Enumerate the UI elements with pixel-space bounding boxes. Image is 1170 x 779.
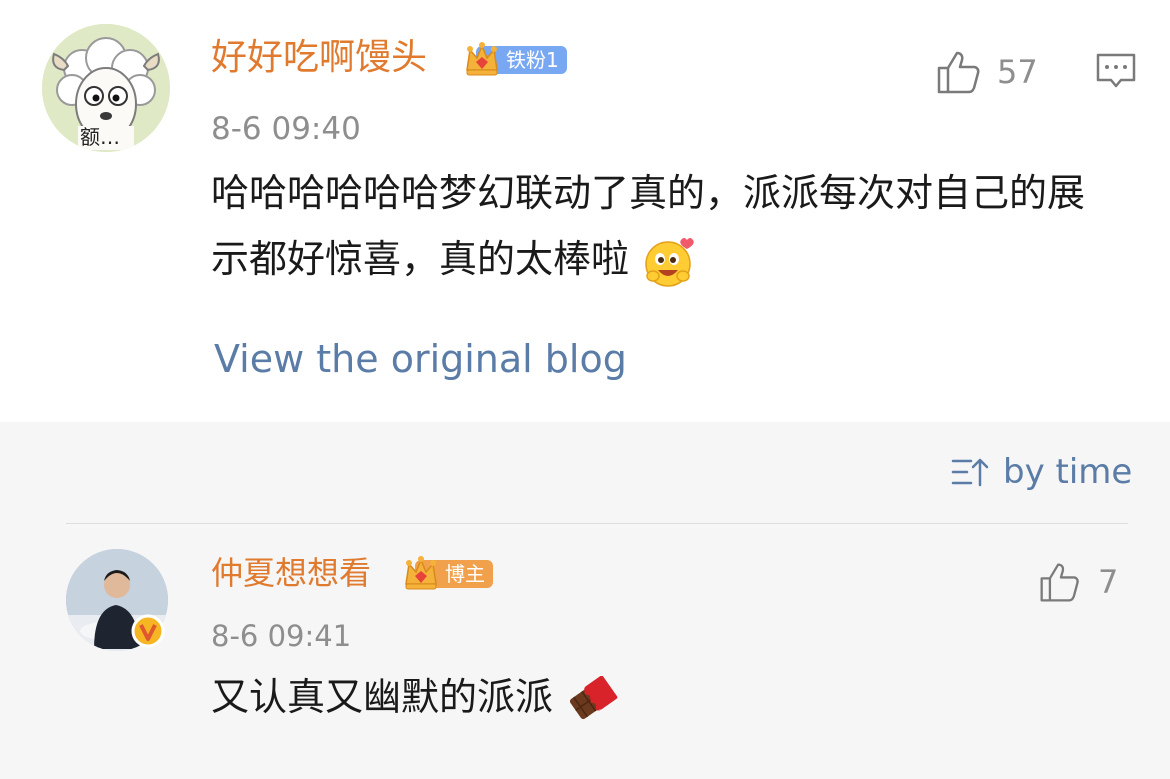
thumbs-up-icon [1040,563,1079,602]
reply-text: 又认真又幽默的派派 [211,664,623,730]
like-count: 7 [1098,563,1119,601]
sheep-avatar-icon: 额… [42,24,170,152]
comment-text: 哈哈哈哈哈哈梦幻联动了真的，派派每次对自己的展示都好惊喜，真的太棒啦 [211,160,1121,292]
crown-icon [405,556,437,590]
thumbs-up-icon [937,51,980,94]
grinning-hug-emoji-icon [645,237,694,287]
comment-icon[interactable] [1095,52,1137,92]
crown-icon [466,42,498,76]
reply-body: 又认真又幽默的派派 [211,675,554,719]
chocolate-bar-emoji-icon [570,675,618,719]
like-button[interactable]: 7 [1038,560,1118,604]
like-button[interactable]: 57 [935,48,1038,96]
username[interactable]: 好好吃啊馒头 [211,36,427,80]
main-comment: 额… 好好吃啊馒头 铁粉1 8-6 09:40 哈哈哈哈哈哈梦幻联动了真的，派派… [0,0,1170,422]
username[interactable]: 仲夏想想看 [211,551,371,595]
avatar[interactable]: 额… [42,24,170,152]
divider [66,523,1128,524]
timestamp: 8-6 09:41 [211,619,352,653]
sort-label: by time [1003,452,1133,492]
verified-badge-icon [131,614,165,648]
sort-by-time-button[interactable]: by time [951,452,1132,492]
timestamp: 8-6 09:40 [211,111,361,147]
like-count: 57 [997,53,1038,91]
fan-badge: 铁粉1 [462,42,567,77]
svg-text:额…: 额… [80,125,120,149]
sort-icon [951,458,989,487]
host-badge: 博主 [401,556,493,591]
view-original-blog-link[interactable]: View the original blog [214,336,627,382]
